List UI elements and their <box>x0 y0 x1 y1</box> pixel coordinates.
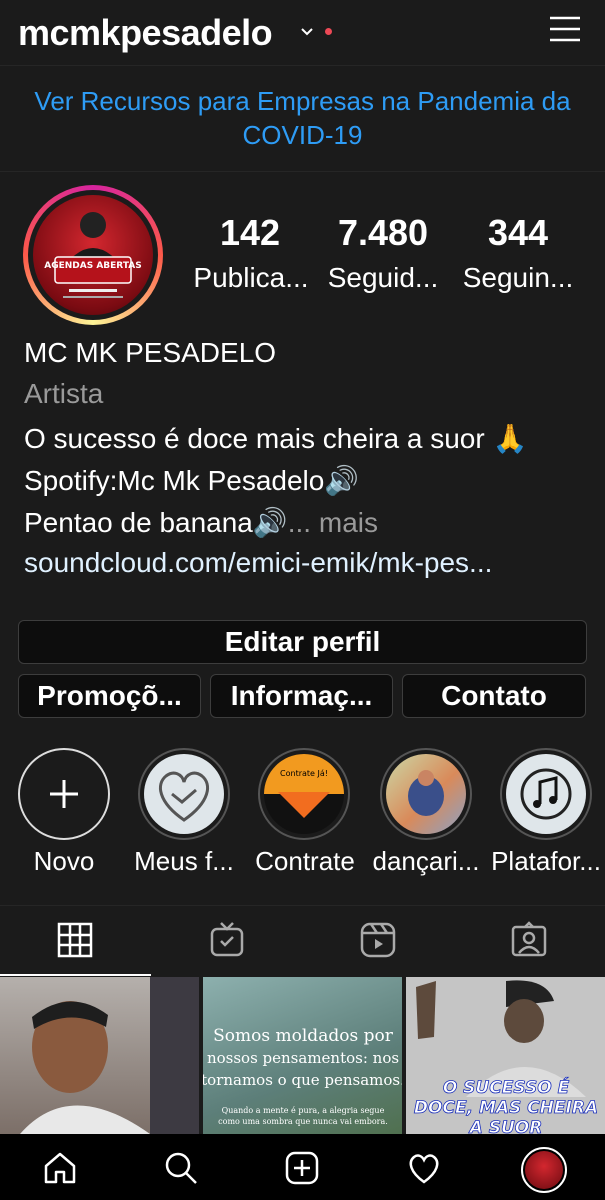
grid-post[interactable]: O SUCESSO É DOCE, MAS CHEIRA A SUOR <box>406 977 605 1134</box>
quote-line: nossos pensamentos: nos <box>207 1049 399 1067</box>
highlight-platforms[interactable] <box>500 748 592 840</box>
highlight-fans[interactable] <box>138 748 230 840</box>
plus-icon <box>50 780 78 808</box>
following-label[interactable]: Seguin... <box>454 262 582 294</box>
post-caption-line: A SUOR <box>468 1118 543 1134</box>
highlight-dancers[interactable] <box>380 748 472 840</box>
profile-category: Artista <box>24 378 104 409</box>
post-caption-line: DOCE, MAS CHEIRA <box>414 1098 598 1118</box>
more-link[interactable]: ... mais <box>288 507 378 538</box>
notification-dot <box>325 28 332 35</box>
contrate-badge-text: Contrate Já! <box>280 769 328 778</box>
quote-small-line: como uma sombra que nunca vai embora. <box>218 1117 388 1126</box>
promotions-button[interactable]: Promoçõ... <box>18 674 201 718</box>
posts-count[interactable]: 142 <box>200 212 300 254</box>
heart-icon[interactable] <box>406 1150 442 1186</box>
bio-line: Pentao de banana🔊... mais <box>24 506 378 539</box>
bio-line: Spotify:Mc Mk Pesadelo🔊 <box>24 465 360 496</box>
active-tab-indicator <box>0 974 151 976</box>
tagged-icon[interactable] <box>510 921 548 959</box>
bio-line-text: Pentao de banana🔊 <box>24 507 288 538</box>
highlight-label[interactable]: Platafor... <box>488 846 604 877</box>
reels-icon[interactable] <box>359 921 397 959</box>
bottom-navigation <box>0 1134 605 1200</box>
profile-tab-avatar[interactable] <box>521 1147 567 1193</box>
new-post-icon[interactable] <box>284 1150 320 1186</box>
posts-grid: Somos moldados por nossos pensamentos: n… <box>0 977 605 1134</box>
posts-label[interactable]: Publica... <box>186 262 316 294</box>
highlight-label[interactable]: Contrate <box>250 846 360 877</box>
dancer-photo <box>386 754 466 834</box>
handshake-heart-icon <box>158 771 210 822</box>
profile-tabs <box>0 905 605 976</box>
top-bar: mcmkpesadelo <box>0 0 605 66</box>
contrate-badge: Contrate Já! <box>264 754 344 818</box>
highlight-contrate[interactable]: Contrate Já! <box>258 748 350 840</box>
profile-link[interactable]: soundcloud.com/emici-emik/mk-pes... <box>24 547 492 579</box>
highlight-label[interactable]: Novo <box>18 846 110 877</box>
divider <box>0 171 605 172</box>
quote-line: Somos moldados por <box>213 1026 394 1046</box>
quote-post: Somos moldados por nossos pensamentos: n… <box>203 1026 402 1126</box>
quote-photo-post: O SUCESSO É DOCE, MAS CHEIRA A SUOR <box>414 980 598 1134</box>
insights-button[interactable]: Informaç... <box>210 674 393 718</box>
profile-avatar-ring[interactable]: AGENDAS ABERTAS <box>23 185 163 325</box>
search-icon[interactable] <box>163 1150 199 1186</box>
music-note-icon <box>520 768 572 820</box>
quote-line: tornamos o que pensamos. <box>203 1071 402 1089</box>
edit-profile-button[interactable]: Editar perfil <box>18 620 587 664</box>
igtv-icon[interactable] <box>208 921 246 959</box>
quote-small-line: Quando a mente é pura, a alegria segue <box>222 1106 385 1115</box>
grid-post[interactable] <box>0 977 199 1134</box>
business-resources-banner[interactable]: Ver Recursos para Empresas na Pandemia d… <box>0 84 605 152</box>
avatar: AGENDAS ABERTAS <box>28 190 158 320</box>
followers-count[interactable]: 7.480 <box>318 212 448 254</box>
grid-icon[interactable] <box>56 921 94 959</box>
highlight-label[interactable]: Meus f... <box>124 846 244 877</box>
account-username[interactable]: mcmkpesadelo <box>18 12 273 54</box>
highlight-label[interactable]: dançari... <box>367 846 485 877</box>
followers-label[interactable]: Seguid... <box>320 262 446 294</box>
post-photo <box>20 977 199 1134</box>
home-icon[interactable] <box>42 1150 78 1186</box>
profile-name: MC MK PESADELO <box>24 337 277 368</box>
avatar-title: AGENDAS ABERTAS <box>44 261 141 271</box>
grid-post[interactable]: Somos moldados por nossos pensamentos: n… <box>203 977 402 1134</box>
highlight-new[interactable] <box>18 748 110 840</box>
post-caption-line: O SUCESSO É <box>443 1076 570 1098</box>
avatar-image: AGENDAS ABERTAS <box>33 195 153 315</box>
following-count[interactable]: 344 <box>466 212 570 254</box>
chevron-down-icon[interactable] <box>298 22 316 40</box>
avatar-thumb <box>525 1151 563 1189</box>
menu-icon[interactable] <box>548 14 582 44</box>
contact-button[interactable]: Contato <box>402 674 586 718</box>
bio-line: O sucesso é doce mais cheira a suor 🙏 <box>24 423 528 454</box>
